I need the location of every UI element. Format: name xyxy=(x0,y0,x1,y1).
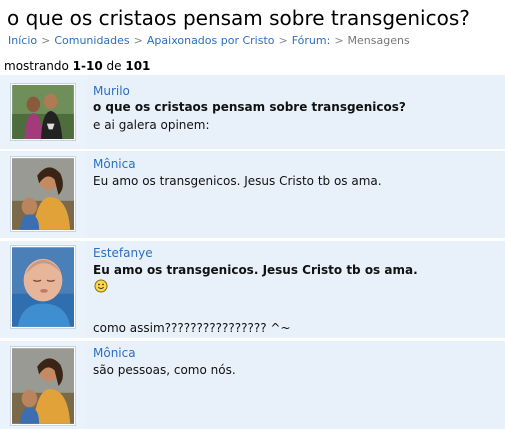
breadcrumb-separator: > xyxy=(133,34,143,47)
message-text: Eu amo os transgenicos. Jesus Cristo tb … xyxy=(93,174,382,188)
message-item: Estefanye Eu amo os transgenicos. Jesus … xyxy=(0,241,505,338)
message-text: como assim???????????????? ^~ xyxy=(93,321,291,335)
avatar-cell xyxy=(0,75,85,149)
results-count: mostrando 1-10 de 101 xyxy=(4,59,150,73)
woman-child-photo-icon xyxy=(12,348,74,424)
message-item: Murilo o que os cristaos pensam sobre tr… xyxy=(0,75,505,149)
breadcrumb-separator: > xyxy=(41,34,51,47)
avatar[interactable] xyxy=(10,346,76,426)
breadcrumb-separator: > xyxy=(334,34,344,47)
avatar-cell xyxy=(0,341,85,429)
avatar[interactable] xyxy=(10,83,76,141)
author-link[interactable]: Mônica xyxy=(93,346,136,360)
woman-child-photo-icon xyxy=(12,158,74,230)
count-total: 101 xyxy=(125,59,151,73)
breadcrumb-separator: > xyxy=(278,34,288,47)
message-text: são pessoas, como nós. xyxy=(93,363,236,377)
breadcrumb: Início > Comunidades > Apaixonados por Crist… xyxy=(8,34,410,47)
message-text: e ai galera opinem: xyxy=(93,118,210,132)
message-body: Murilo o que os cristaos pensam sobre tr… xyxy=(87,75,505,149)
author-link[interactable]: Estefanye xyxy=(93,246,153,260)
count-of: de xyxy=(106,59,122,73)
author-link[interactable]: Murilo xyxy=(93,84,130,98)
message-body: Mônica Eu amo os transgenicos. Jesus Cri… xyxy=(87,151,505,238)
count-range: 1-10 xyxy=(72,59,103,73)
avatar[interactable] xyxy=(10,156,76,232)
breadcrumb-inicio[interactable]: Início xyxy=(8,34,37,47)
avatar-cell xyxy=(0,241,85,338)
message-subject: o que os cristaos pensam sobre transgeni… xyxy=(93,100,406,114)
quoted-text: Eu amo os transgenicos. Jesus Cristo tb … xyxy=(93,263,418,277)
smiley-icon xyxy=(94,279,108,293)
message-body: Mônica são pessoas, como nós. xyxy=(87,341,505,429)
avatar[interactable] xyxy=(10,245,76,329)
baby-photo-icon xyxy=(12,247,74,327)
breadcrumb-community[interactable]: Apaixonados por Cristo xyxy=(147,34,275,47)
breadcrumb-current: Mensagens xyxy=(347,34,410,47)
breadcrumb-comunidades[interactable]: Comunidades xyxy=(54,34,129,47)
message-item: Mônica são pessoas, como nós. xyxy=(0,341,505,429)
author-link[interactable]: Mônica xyxy=(93,157,136,171)
message-body: Estefanye Eu amo os transgenicos. Jesus … xyxy=(87,241,505,338)
count-prefix: mostrando xyxy=(4,59,69,73)
breadcrumb-forum[interactable]: Fórum: xyxy=(292,34,331,47)
couple-photo-icon xyxy=(12,85,74,139)
message-item: Mônica Eu amo os transgenicos. Jesus Cri… xyxy=(0,151,505,238)
avatar-cell xyxy=(0,151,85,238)
page-title: o que os cristaos pensam sobre transgeni… xyxy=(7,6,470,30)
